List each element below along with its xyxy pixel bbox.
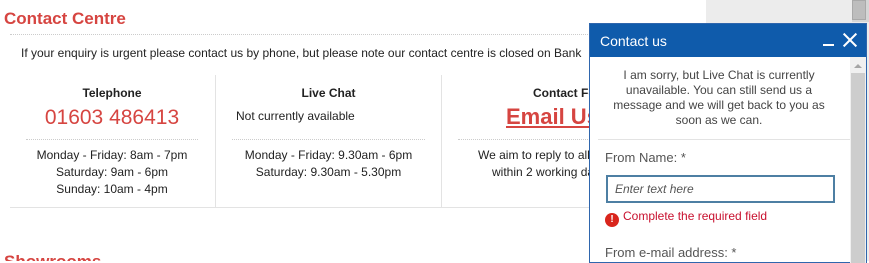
minimize-bar	[823, 44, 834, 46]
error-icon: !	[605, 213, 619, 227]
hours-line: Sunday: 10am - 4pm	[56, 182, 168, 196]
reply-line: within 2 working days	[492, 165, 607, 179]
telephone-column: Telephone 01603 486413 Monday - Friday: …	[10, 75, 214, 207]
live-chat-heading: Live Chat	[301, 86, 356, 100]
contact-form-reply: We aim to reply to all within 2 working …	[478, 147, 606, 181]
error-text: Complete the required field	[623, 209, 768, 223]
page-scrollbar[interactable]	[852, 0, 869, 22]
hours-line: Monday - Friday: 9.30am - 6pm	[244, 148, 413, 162]
live-chat-status: Not currently available	[236, 109, 355, 123]
next-section-title: Showrooms	[4, 252, 101, 261]
hours-line: Saturday: 9am - 6pm	[55, 165, 169, 179]
widget-header: Contact us	[590, 24, 866, 57]
widget-title: Contact us	[600, 33, 667, 49]
live-chat-hours: Monday - Friday: 9.30am - 6pm Saturday: …	[216, 147, 441, 181]
telephone-hours: Monday - Friday: 8am - 7pm Saturday: 9am…	[10, 147, 214, 198]
scrollbar-thumb[interactable]	[852, 0, 866, 20]
phone-number[interactable]: 01603 486413	[10, 106, 214, 130]
telephone-heading: Telephone	[82, 86, 142, 100]
divider	[598, 139, 850, 140]
from-name-label: From Name: *	[605, 150, 686, 165]
divider	[232, 139, 425, 140]
section-title: Contact Centre	[4, 9, 126, 28]
hours-line: Monday - Friday: 8am - 7pm	[36, 148, 188, 162]
divider	[26, 139, 198, 140]
reply-line: We aim to reply to all	[478, 148, 590, 162]
hours-line: Saturday: 9.30am - 5.30pm	[255, 165, 402, 179]
widget-body: I am sorry, but Live Chat is currently u…	[590, 57, 850, 263]
unavailable-message: I am sorry, but Live Chat is currently u…	[613, 68, 825, 127]
scrollbar-thumb[interactable]	[851, 73, 865, 263]
from-name-input[interactable]	[606, 175, 835, 203]
scroll-up-icon[interactable]	[854, 64, 862, 68]
field-error: ! Complete the required field	[605, 209, 767, 227]
from-email-label: From e-mail address: *	[605, 245, 737, 260]
close-icon[interactable]	[842, 32, 858, 48]
minimize-icon[interactable]	[822, 31, 836, 49]
urgent-notice: If your enquiry is urgent please contact…	[21, 46, 582, 60]
contact-us-widget: Contact us I am sorry, but Live Chat is …	[589, 23, 867, 263]
widget-scrollbar[interactable]	[850, 57, 866, 263]
email-us-link[interactable]: Email Us	[506, 104, 599, 130]
live-chat-column: Live Chat Not currently available Monday…	[215, 75, 441, 207]
